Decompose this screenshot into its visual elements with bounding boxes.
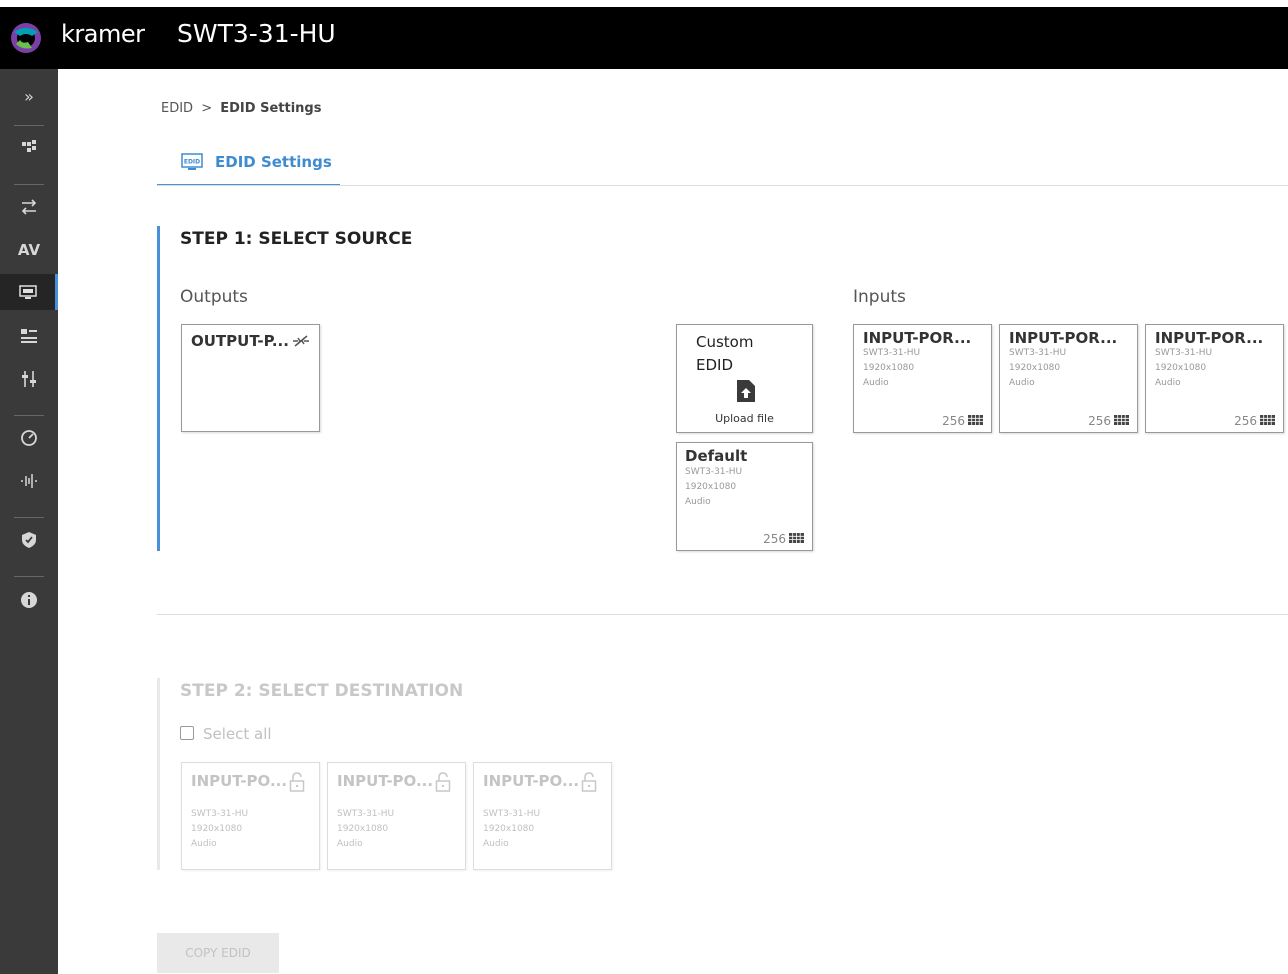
destination-card[interactable]: INPUT-PO... SWT3-31-HU 1920x1080 Audio — [473, 762, 612, 870]
copy-edid-button[interactable]: COPY EDID — [157, 933, 279, 973]
upload-file-label[interactable]: Upload file — [677, 412, 812, 425]
input-card-audio: Audio — [1009, 378, 1035, 388]
input-card-audio: Audio — [863, 378, 889, 388]
table-icon[interactable] — [789, 533, 804, 543]
audio-icon[interactable] — [0, 463, 58, 499]
input-card[interactable]: INPUT-POR... SWT3-31-HU 1920x1080 Audio … — [1145, 324, 1284, 433]
svg-text:EDID: EDID — [184, 159, 200, 166]
destination-card[interactable]: INPUT-PO... SWT3-31-HU 1920x1080 Audio — [181, 762, 320, 870]
input-card-count: 256 — [1088, 414, 1111, 428]
default-card-count: 256 — [763, 532, 786, 546]
input-card[interactable]: INPUT-POR... SWT3-31-HU 1920x1080 Audio … — [853, 324, 992, 433]
top-bar: kramer SWT3-31-HU — [0, 7, 1288, 69]
destination-card-details: SWT3-31-HU 1920x1080 Audio — [191, 807, 248, 852]
sidebar-separator — [14, 415, 44, 416]
table-icon[interactable] — [1114, 415, 1129, 425]
sidebar: » AV — [0, 69, 58, 974]
destination-card-resolution: 1920x1080 — [483, 824, 535, 834]
step1-indicator — [157, 226, 160, 551]
input-card[interactable]: INPUT-POR... SWT3-31-HU 1920x1080 Audio … — [999, 324, 1138, 433]
step2-indicator — [157, 678, 160, 870]
input-card-resolution: 1920x1080 — [1009, 363, 1061, 373]
disconnected-icon — [293, 335, 309, 347]
destination-card-name: INPUT-PO... — [337, 772, 434, 790]
input-card-count: 256 — [1234, 414, 1257, 428]
default-card-model: SWT3-31-HU — [685, 467, 743, 477]
default-edid-card[interactable]: Default SWT3-31-HU 1920x1080 Audio 256 — [676, 442, 813, 551]
default-card-audio: Audio — [685, 497, 711, 507]
lock-icon — [289, 772, 305, 792]
routing-icon[interactable] — [0, 129, 58, 165]
table-icon[interactable] — [968, 415, 983, 425]
shield-icon[interactable] — [0, 522, 58, 558]
destination-card-details: SWT3-31-HU 1920x1080 Audio — [483, 807, 540, 852]
input-card-count: 256 — [942, 414, 965, 428]
breadcrumb-root[interactable]: EDID — [161, 101, 193, 116]
breadcrumb: EDID > EDID Settings — [161, 101, 321, 116]
section-divider — [157, 614, 1288, 615]
tab-underline — [157, 185, 1288, 186]
input-card-name: INPUT-POR... — [1009, 329, 1118, 347]
destination-card-name: INPUT-PO... — [191, 772, 288, 790]
breadcrumb-separator: > — [201, 101, 213, 116]
input-card-resolution: 1920x1080 — [1155, 363, 1207, 373]
brand-name: kramer — [61, 20, 145, 48]
sidebar-separator — [14, 184, 44, 185]
dashboard-icon[interactable] — [0, 420, 58, 456]
default-card-resolution: 1920x1080 — [685, 482, 737, 492]
top-strip — [0, 0, 1288, 7]
table-icon[interactable] — [1260, 415, 1275, 425]
upload-file-icon[interactable] — [736, 379, 756, 403]
input-card-model: SWT3-31-HU — [1009, 348, 1067, 358]
custom-edid-line1: Custom — [696, 333, 754, 351]
destination-card-model: SWT3-31-HU — [191, 809, 249, 819]
input-card-model: SWT3-31-HU — [1155, 348, 1213, 358]
edid-tab-icon: EDID — [181, 153, 203, 170]
breadcrumb-current: EDID Settings — [220, 101, 322, 116]
edid-icon[interactable] — [0, 274, 58, 310]
output-card[interactable]: OUTPUT-P... — [181, 324, 320, 432]
destination-card-details: SWT3-31-HU 1920x1080 Audio — [337, 807, 394, 852]
custom-edid-line2: EDID — [696, 356, 734, 374]
lock-icon — [581, 772, 597, 792]
custom-edid-card[interactable]: Custom EDID Upload file — [676, 324, 813, 433]
select-all-label[interactable]: Select all — [203, 725, 272, 743]
lock-icon — [435, 772, 451, 792]
kramer-logo-icon — [11, 23, 41, 53]
input-card-audio: Audio — [1155, 378, 1181, 388]
info-icon[interactable] — [0, 582, 58, 618]
sidebar-separator — [14, 125, 44, 126]
av-icon[interactable]: AV — [0, 232, 58, 268]
step2-title: STEP 2: SELECT DESTINATION — [180, 681, 464, 701]
expand-icon[interactable]: » — [0, 78, 58, 114]
inputs-label: Inputs — [853, 287, 906, 307]
select-all-checkbox[interactable] — [180, 726, 194, 740]
auto-switch-icon[interactable] — [0, 189, 58, 225]
input-card-model: SWT3-31-HU — [863, 348, 921, 358]
destination-card-name: INPUT-PO... — [483, 772, 580, 790]
input-card-name: INPUT-POR... — [863, 329, 972, 347]
sidebar-separator — [14, 517, 44, 518]
destination-card-audio: Audio — [483, 839, 509, 849]
sliders-icon[interactable] — [0, 361, 58, 397]
tab-label: EDID Settings — [215, 153, 332, 171]
sidebar-separator — [14, 576, 44, 577]
outputs-label: Outputs — [180, 287, 248, 307]
destination-card-resolution: 1920x1080 — [337, 824, 389, 834]
destination-card-resolution: 1920x1080 — [191, 824, 243, 834]
input-card-resolution: 1920x1080 — [863, 363, 915, 373]
destination-card-model: SWT3-31-HU — [483, 809, 541, 819]
device-title: SWT3-31-HU — [177, 19, 336, 48]
settings-icon[interactable] — [0, 318, 58, 354]
destination-card-audio: Audio — [191, 839, 217, 849]
step1-title: STEP 1: SELECT SOURCE — [180, 229, 413, 249]
tab-edid-settings[interactable]: EDID EDID Settings — [157, 140, 340, 186]
default-card-name: Default — [685, 447, 748, 465]
destination-card-audio: Audio — [337, 839, 363, 849]
destination-card-model: SWT3-31-HU — [337, 809, 395, 819]
destination-card[interactable]: INPUT-PO... SWT3-31-HU 1920x1080 Audio — [327, 762, 466, 870]
output-card-name: OUTPUT-P... — [191, 332, 289, 350]
input-card-name: INPUT-POR... — [1155, 329, 1264, 347]
